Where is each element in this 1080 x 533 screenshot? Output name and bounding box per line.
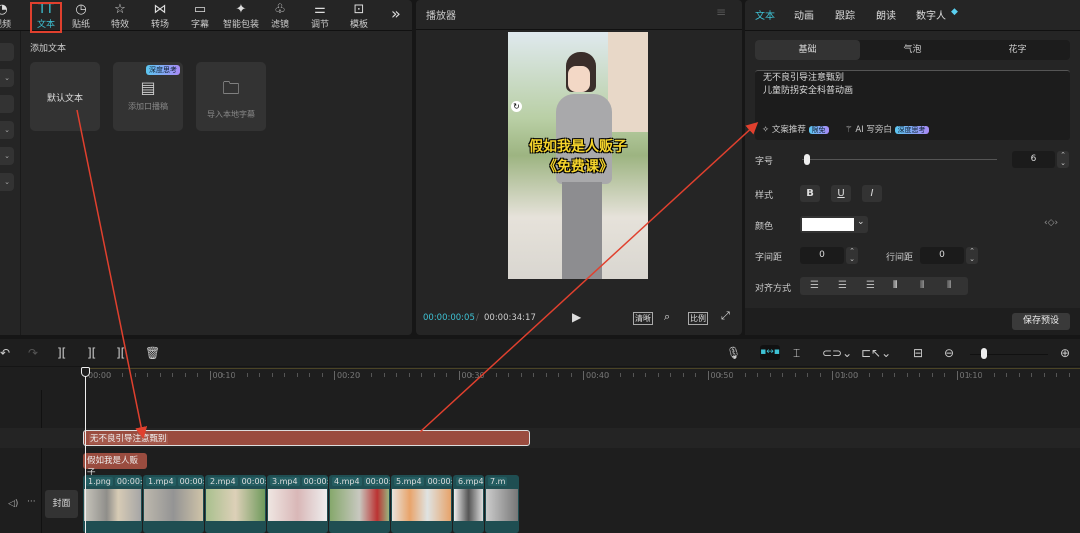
annotation-arrows <box>76 109 759 439</box>
annotation-arrow <box>419 121 759 433</box>
annotation-arrow <box>76 109 148 439</box>
